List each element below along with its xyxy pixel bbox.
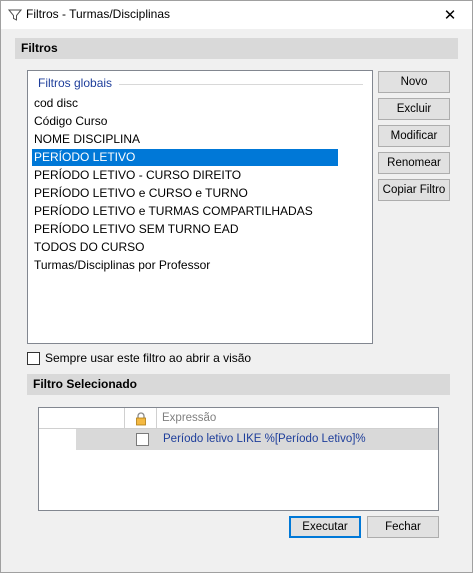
list-item-nome-disciplina[interactable]: NOME DISCIPLINA xyxy=(32,131,338,148)
close-label: Fechar xyxy=(385,521,421,533)
always-use-filter-checkbox[interactable] xyxy=(27,352,40,365)
filters-list[interactable]: Filtros globais cod disc Código Curso NO… xyxy=(27,70,373,344)
table-row[interactable]: Período letivo LIKE %[Período Letivo]% xyxy=(76,429,438,450)
list-item-codigo-curso[interactable]: Código Curso xyxy=(32,113,338,130)
copy-filter-button[interactable]: Copiar Filtro xyxy=(378,179,450,201)
list-item-periodo-letivo-curso-turno[interactable]: PERÍODO LETIVO e CURSO e TURNO xyxy=(32,185,338,202)
list-item-todos-do-curso[interactable]: TODOS DO CURSO xyxy=(32,239,338,256)
copy-filter-label: Copiar Filtro xyxy=(382,184,446,196)
list-item-periodo-letivo-curso-direito[interactable]: PERÍODO LETIVO - CURSO DIREITO xyxy=(32,167,338,184)
execute-button[interactable]: Executar xyxy=(289,516,361,538)
filters-group-header: Filtros xyxy=(15,38,458,59)
list-item-periodo-letivo-sem-turno-ead[interactable]: PERÍODO LETIVO SEM TURNO EAD xyxy=(32,221,338,238)
filters-dialog: Filtros - Turmas/Disciplinas ✕ Filtros F… xyxy=(0,0,473,573)
rename-filter-button[interactable]: Renomear xyxy=(378,152,450,174)
funnel-icon xyxy=(8,9,22,21)
new-filter-label: Novo xyxy=(400,76,428,88)
list-item-periodo-letivo-turmas-compartilhadas[interactable]: PERÍODO LETIVO e TURMAS COMPARTILHADAS xyxy=(32,203,338,220)
rename-filter-label: Renomear xyxy=(387,157,441,169)
close-icon: ✕ xyxy=(443,7,457,24)
row-lock-checkbox[interactable] xyxy=(136,433,149,446)
selected-filter-group-header: Filtro Selecionado xyxy=(27,374,450,395)
modify-filter-label: Modificar xyxy=(390,130,438,142)
list-group-label: Filtros globais xyxy=(38,76,113,90)
grid-column-separator xyxy=(156,408,157,429)
execute-label: Executar xyxy=(302,521,348,533)
window-title: Filtros - Turmas/Disciplinas xyxy=(26,7,171,21)
title-bar[interactable]: Filtros - Turmas/Disciplinas ✕ xyxy=(1,1,472,29)
delete-filter-label: Excluir xyxy=(396,103,432,115)
close-button[interactable]: Fechar xyxy=(367,516,439,538)
close-window-button[interactable]: ✕ xyxy=(428,1,472,29)
lock-icon xyxy=(136,412,146,426)
grid-column-separator xyxy=(124,408,125,429)
modify-filter-button[interactable]: Modificar xyxy=(378,125,450,147)
expression-grid[interactable]: Expressão Período letivo LIKE %[Período … xyxy=(38,407,439,511)
list-item-periodo-letivo[interactable]: PERÍODO LETIVO xyxy=(32,149,338,166)
delete-filter-button[interactable]: Excluir xyxy=(378,98,450,120)
always-use-filter-label: Sempre usar este filtro ao abrir a visão xyxy=(45,351,252,365)
new-filter-button[interactable]: Novo xyxy=(378,71,450,93)
expression-cell[interactable]: Período letivo LIKE %[Período Letivo]% xyxy=(163,433,366,445)
expression-column-header[interactable]: Expressão xyxy=(162,412,216,424)
list-item-cod-disc[interactable]: cod disc xyxy=(32,95,338,112)
grid-header-row: Expressão xyxy=(39,408,438,429)
list-item-turmas-por-professor[interactable]: Turmas/Disciplinas por Professor xyxy=(32,257,338,274)
list-group-divider xyxy=(119,84,363,85)
